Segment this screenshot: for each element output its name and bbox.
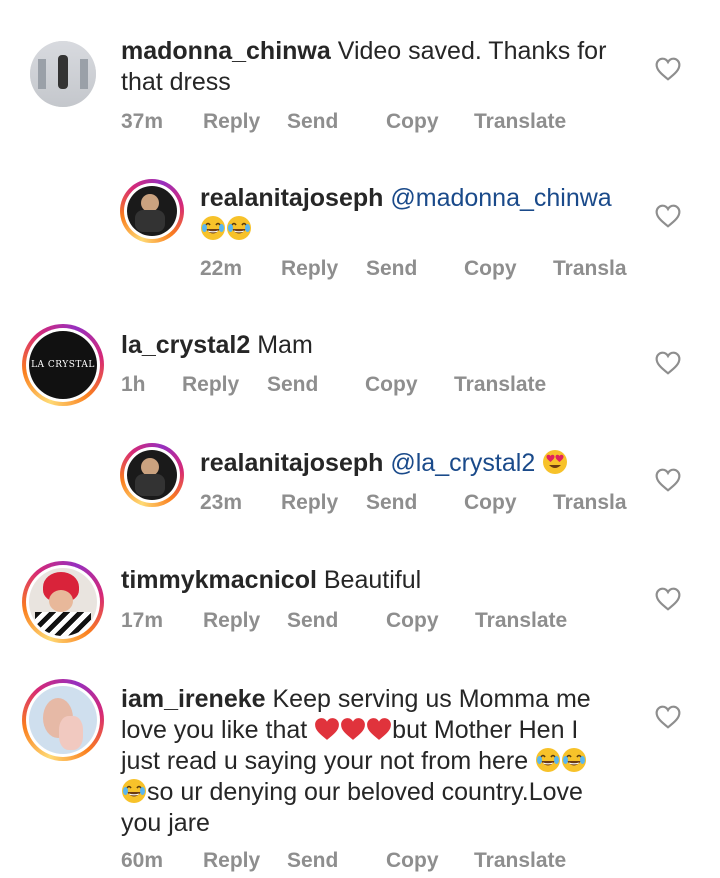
comment-time: 23m — [200, 491, 243, 514]
comment-text: just read u saying your not from here — [121, 747, 529, 775]
laughing-emoji-icon — [200, 215, 226, 241]
copy-button[interactable]: Copy — [464, 257, 517, 281]
comment-body: realanitajoseph @madonna_chinwa — [200, 183, 640, 245]
like-heart-icon[interactable] — [655, 468, 681, 492]
avatar[interactable] — [120, 443, 184, 507]
like-heart-icon[interactable] — [655, 705, 681, 729]
comment-username[interactable]: realanitajoseph — [200, 449, 383, 477]
send-button[interactable]: Send — [267, 373, 318, 397]
laughing-emoji-icon — [121, 778, 147, 804]
avatar[interactable] — [22, 679, 104, 761]
send-button[interactable]: Send — [366, 491, 417, 515]
translate-button[interactable]: Translate — [454, 373, 546, 397]
like-heart-icon[interactable] — [655, 57, 681, 81]
comment-username[interactable]: madonna_chinwa — [121, 37, 331, 65]
comment-body: la_crystal2 Mam — [121, 330, 641, 361]
red-heart-emoji-icon — [314, 716, 340, 742]
heart-eyes-emoji-icon — [542, 449, 568, 475]
reply-button[interactable]: Reply — [281, 491, 338, 515]
mention-link[interactable]: @la_crystal2 — [390, 449, 535, 477]
red-heart-emoji-icon — [340, 716, 366, 742]
comment-text: but Mother Hen I — [392, 716, 579, 744]
reply-button[interactable]: Reply — [203, 110, 260, 134]
comment-time: 60m — [121, 849, 164, 872]
copy-button[interactable]: Copy — [386, 110, 439, 134]
comment-text: Keep serving us Momma me — [272, 685, 591, 713]
avatar-logo-text: LA CRYSTAL — [31, 360, 95, 370]
send-button[interactable]: Send — [287, 609, 338, 633]
reply-button[interactable]: Reply — [203, 609, 260, 633]
comment-text: Video saved. Thanks for — [337, 37, 607, 65]
comment-username[interactable]: realanitajoseph — [200, 184, 383, 212]
avatar[interactable] — [30, 41, 96, 107]
comment-body: realanitajoseph @la_crystal2 — [200, 448, 640, 479]
avatar[interactable] — [22, 561, 104, 643]
copy-button[interactable]: Copy — [464, 491, 517, 515]
send-button[interactable]: Send — [287, 110, 338, 134]
comment-username[interactable]: iam_ireneke — [121, 685, 266, 713]
translate-button[interactable]: Translate — [474, 110, 566, 134]
comment-time: 17m — [121, 609, 164, 632]
like-heart-icon[interactable] — [655, 351, 681, 375]
laughing-emoji-icon — [226, 215, 252, 241]
comment-time: 37m — [121, 110, 164, 133]
laughing-emoji-icon — [535, 747, 561, 773]
comment-text: love you like that — [121, 716, 308, 744]
comment-username[interactable]: la_crystal2 — [121, 331, 250, 359]
send-button[interactable]: Send — [287, 849, 338, 873]
like-heart-icon[interactable] — [655, 204, 681, 228]
translate-button[interactable]: Transla — [553, 491, 627, 515]
laughing-emoji-icon — [561, 747, 587, 773]
send-button[interactable]: Send — [366, 257, 417, 281]
reply-button[interactable]: Reply — [281, 257, 338, 281]
avatar[interactable] — [120, 179, 184, 243]
comment-text: Beautiful — [323, 566, 422, 594]
red-heart-emoji-icon — [366, 716, 392, 742]
comment-body: madonna_chinwa Video saved. Thanks for t… — [121, 36, 641, 98]
avatar[interactable]: LA CRYSTAL — [22, 324, 104, 406]
comment-time: 22m — [200, 257, 243, 280]
comment-username[interactable]: timmykmacnicol — [121, 566, 317, 594]
comment-text: so ur denying our beloved country.Love — [147, 778, 583, 806]
comment-text: you jare — [121, 809, 210, 837]
comment-text: Mam — [257, 331, 313, 359]
like-heart-icon[interactable] — [655, 587, 681, 611]
copy-button[interactable]: Copy — [365, 373, 418, 397]
reply-button[interactable]: Reply — [182, 373, 239, 397]
comment-body: iam_ireneke Keep serving us Momma me lov… — [121, 684, 651, 839]
copy-button[interactable]: Copy — [386, 609, 439, 633]
comment-body: timmykmacnicol Beautiful — [121, 565, 641, 596]
translate-button[interactable]: Transla — [553, 257, 627, 281]
comment-time: 1h — [121, 373, 146, 396]
translate-button[interactable]: Translate — [475, 609, 567, 633]
comment-text: that dress — [121, 68, 231, 96]
translate-button[interactable]: Translate — [474, 849, 566, 873]
reply-button[interactable]: Reply — [203, 849, 260, 873]
mention-link[interactable]: @madonna_chinwa — [390, 184, 611, 212]
copy-button[interactable]: Copy — [386, 849, 439, 873]
